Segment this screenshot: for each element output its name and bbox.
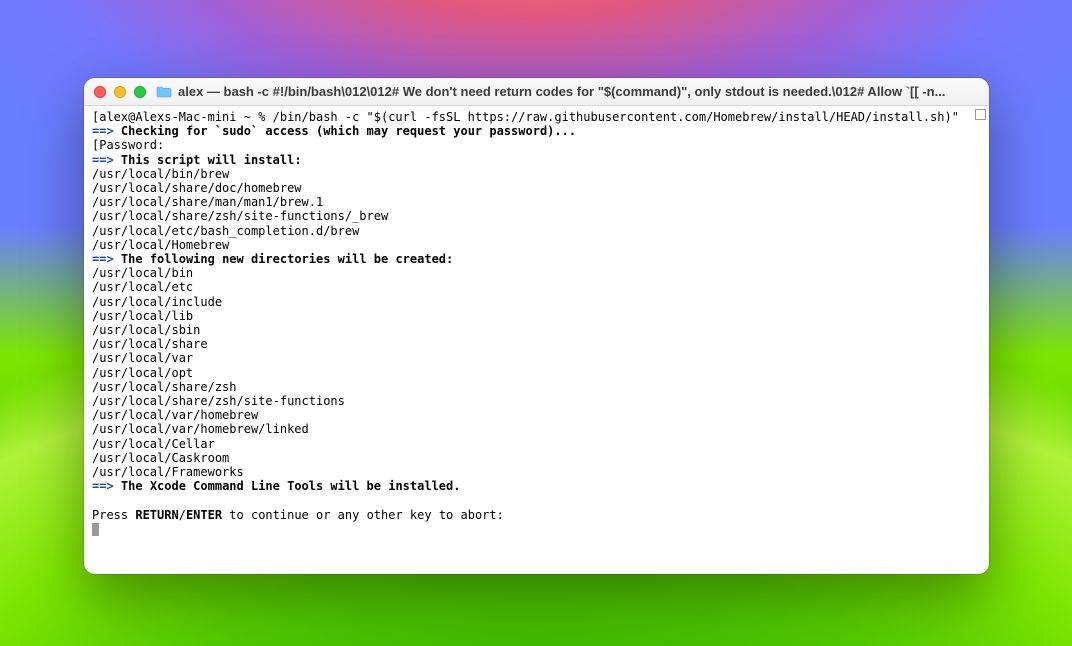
arrow-icon: ==> — [92, 479, 114, 493]
heading-xcode: The Xcode Command Line Tools will be ins… — [121, 479, 461, 493]
window-titlebar[interactable]: alex — bash -c #!/bin/bash\012\012# We d… — [84, 78, 989, 106]
prompt-line: [alex@Alexs-Mac-mini ~ % /bin/bash -c "$… — [92, 110, 959, 124]
status-checking-sudo: Checking for `sudo` access (which may re… — [121, 124, 576, 138]
close-button[interactable] — [94, 86, 106, 98]
terminal-output[interactable]: [alex@Alexs-Mac-mini ~ % /bin/bash -c "$… — [84, 106, 989, 574]
password-prompt: [Password: — [92, 138, 164, 152]
traffic-lights — [94, 86, 146, 98]
title-area: alex — bash -c #!/bin/bash\012\012# We d… — [156, 84, 949, 99]
scroll-indicator-icon — [975, 109, 986, 120]
minimize-button[interactable] — [114, 86, 126, 98]
arrow-icon: ==> — [92, 153, 114, 167]
install-path: /usr/local/share/doc/homebrew — [92, 181, 302, 195]
new-dir-path: /usr/local/var/homebrew — [92, 408, 258, 422]
new-dir-path: /usr/local/lib — [92, 309, 193, 323]
new-dir-path: /usr/local/Caskroom — [92, 451, 229, 465]
new-dir-path: /usr/local/share/zsh — [92, 380, 237, 394]
new-dir-path: /usr/local/share/zsh/site-functions — [92, 394, 345, 408]
new-dir-path: /usr/local/share — [92, 337, 208, 351]
new-dir-path: /usr/local/etc — [92, 280, 193, 294]
heading-install-list: This script will install: — [121, 153, 302, 167]
install-path: /usr/local/share/zsh/site-functions/_bre… — [92, 209, 388, 223]
install-path: /usr/local/bin/brew — [92, 167, 229, 181]
heading-new-dirs: The following new directories will be cr… — [121, 252, 453, 266]
new-dir-path: /usr/local/var — [92, 351, 193, 365]
press-return-line: Press RETURN/ENTER to continue or any ot… — [92, 508, 504, 522]
arrow-icon: ==> — [92, 252, 114, 266]
install-path: /usr/local/etc/bash_completion.d/brew — [92, 224, 359, 238]
new-dir-path: /usr/local/opt — [92, 366, 193, 380]
new-dir-path: /usr/local/var/homebrew/linked — [92, 422, 309, 436]
arrow-icon: ==> — [92, 124, 114, 138]
terminal-window: alex — bash -c #!/bin/bash\012\012# We d… — [84, 78, 989, 574]
maximize-button[interactable] — [134, 86, 146, 98]
window-title: alex — bash -c #!/bin/bash\012\012# We d… — [178, 84, 945, 99]
install-path: /usr/local/Homebrew — [92, 238, 229, 252]
install-path: /usr/local/share/man/man1/brew.1 — [92, 195, 323, 209]
new-dir-path: /usr/local/include — [92, 295, 222, 309]
new-dir-path: /usr/local/bin — [92, 266, 193, 280]
new-dir-path: /usr/local/sbin — [92, 323, 200, 337]
folder-icon — [156, 86, 172, 98]
terminal-cursor — [92, 523, 99, 536]
new-dir-path: /usr/local/Frameworks — [92, 465, 244, 479]
new-dir-path: /usr/local/Cellar — [92, 437, 215, 451]
